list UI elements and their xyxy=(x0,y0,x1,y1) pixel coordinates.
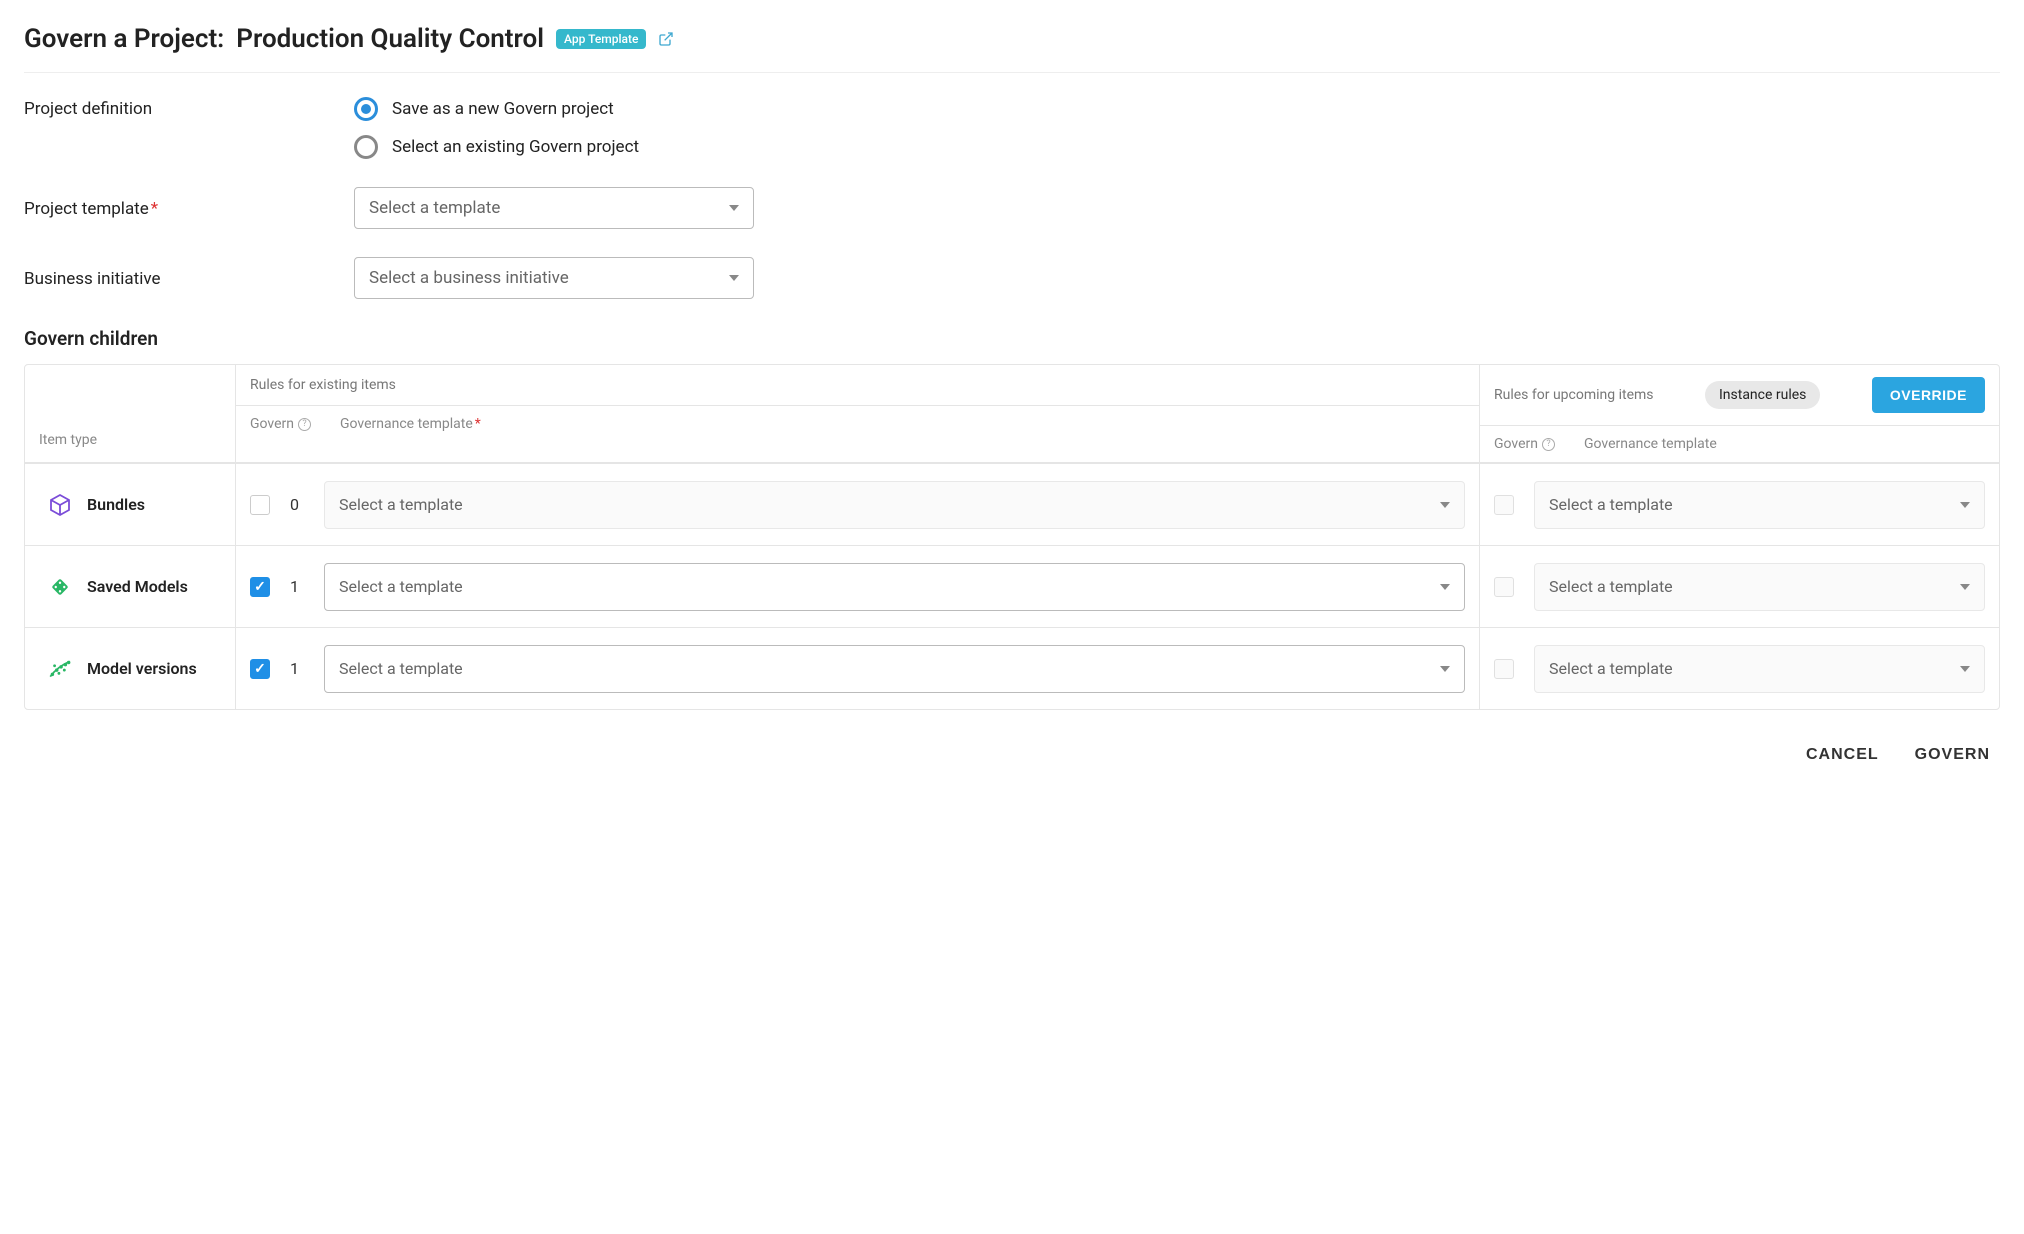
help-icon[interactable]: ? xyxy=(298,418,311,431)
cell-existing: ✓ 1 Select a template xyxy=(235,628,1479,709)
govern-checkbox[interactable]: ✓ xyxy=(250,577,270,597)
govern-checkbox[interactable] xyxy=(250,495,270,515)
table-body: Bundles 0 Select a template Select a templa… xyxy=(25,463,1999,709)
radio-label-save-new: Save as a new Govern project xyxy=(392,99,614,119)
cell-upcoming: Select a template xyxy=(1479,546,1999,627)
cell-upcoming: Select a template xyxy=(1479,628,1999,709)
th-existing: Rules for existing items Govern ? Govern… xyxy=(235,365,1479,462)
item-type-label: Bundles xyxy=(87,495,145,514)
upcoming-govern-checkbox[interactable] xyxy=(1494,659,1514,679)
th-upcoming-top: Rules for upcoming items Instance rules … xyxy=(1480,365,1999,425)
label-project-template: Project template* xyxy=(24,197,354,219)
upcoming-template-select: Select a template xyxy=(1534,481,1985,529)
cancel-button[interactable]: CANCEL xyxy=(1806,746,1879,764)
scatter-icon xyxy=(47,656,73,682)
table-row: Bundles 0 Select a template Select a templa… xyxy=(25,463,1999,545)
th-upcoming-template: Governance template xyxy=(1584,436,1985,452)
upcoming-govern-checkbox[interactable] xyxy=(1494,577,1514,597)
table-header: Item type Rules for existing items Gover… xyxy=(25,365,1999,463)
th-upcoming-govern: Govern ? xyxy=(1494,436,1584,452)
project-definition-radio-group: Save as a new Govern project Select an e… xyxy=(354,97,639,159)
label-business-initiative: Business initiative xyxy=(24,267,354,289)
instance-rules-pill[interactable]: Instance rules xyxy=(1705,381,1820,409)
cell-existing: 0 Select a template xyxy=(235,464,1479,545)
item-count: 1 xyxy=(290,577,310,596)
existing-template-select: Select a template xyxy=(324,481,1465,529)
chevron-down-icon xyxy=(1960,666,1970,672)
override-button[interactable]: OVERRIDE xyxy=(1872,377,1985,413)
required-asterisk: * xyxy=(151,199,158,219)
table-row: Saved Models ✓ 1 Select a template Select a … xyxy=(25,545,1999,627)
cell-item-type: Saved Models xyxy=(25,546,235,627)
title-name: Production Quality Control xyxy=(236,24,544,54)
th-existing-template: Governance template* xyxy=(340,416,1465,432)
th-upcoming-label: Rules for upcoming items xyxy=(1494,387,1654,403)
external-link-icon[interactable] xyxy=(658,24,674,54)
item-count: 0 xyxy=(290,495,310,514)
cell-item-type: Model versions xyxy=(25,628,235,709)
app-template-badge: App Template xyxy=(556,29,646,49)
row-business-initiative: Business initiative Select a business in… xyxy=(24,257,2000,299)
chevron-down-icon xyxy=(1440,502,1450,508)
diamond-icon xyxy=(47,574,73,600)
footer: CANCEL GOVERN xyxy=(24,746,2000,764)
divider xyxy=(24,72,2000,73)
govern-checkbox[interactable]: ✓ xyxy=(250,659,270,679)
upcoming-govern-checkbox[interactable] xyxy=(1494,495,1514,515)
upcoming-template-select: Select a template xyxy=(1534,563,1985,611)
chevron-down-icon xyxy=(1440,584,1450,590)
section-govern-children: Govern children xyxy=(24,327,2000,350)
upcoming-template-select: Select a template xyxy=(1534,645,1985,693)
item-type-label: Saved Models xyxy=(87,577,188,596)
govern-button[interactable]: GOVERN xyxy=(1915,746,1990,764)
th-upcoming-sub: Govern ? Governance template xyxy=(1480,425,1999,462)
th-existing-sub: Govern ? Governance template* xyxy=(236,405,1479,442)
th-upcoming: Rules for upcoming items Instance rules … xyxy=(1479,365,1999,462)
help-icon[interactable]: ? xyxy=(1542,438,1555,451)
row-project-definition: Project definition Save as a new Govern … xyxy=(24,97,2000,159)
radio-save-new[interactable]: Save as a new Govern project xyxy=(354,97,639,121)
govern-children-table: Item type Rules for existing items Gover… xyxy=(24,364,2000,710)
chevron-down-icon xyxy=(729,275,739,281)
cell-item-type: Bundles xyxy=(25,464,235,545)
item-count: 1 xyxy=(290,659,310,678)
page-title: Govern a Project: Production Quality Con… xyxy=(24,24,2000,54)
radio-icon-unselected xyxy=(354,135,378,159)
title-prefix: Govern a Project: xyxy=(24,24,224,54)
project-template-select[interactable]: Select a template xyxy=(354,187,754,229)
chevron-down-icon xyxy=(1440,666,1450,672)
required-asterisk: * xyxy=(475,416,481,432)
cube-icon xyxy=(47,492,73,518)
table-row: Model versions ✓ 1 Select a template Select … xyxy=(25,627,1999,709)
radio-icon-selected xyxy=(354,97,378,121)
chevron-down-icon xyxy=(1960,584,1970,590)
cell-existing: ✓ 1 Select a template xyxy=(235,546,1479,627)
label-project-definition: Project definition xyxy=(24,97,354,119)
radio-select-existing[interactable]: Select an existing Govern project xyxy=(354,135,639,159)
row-project-template: Project template* Select a template xyxy=(24,187,2000,229)
business-initiative-select[interactable]: Select a business initiative xyxy=(354,257,754,299)
item-type-label: Model versions xyxy=(87,659,197,678)
cell-upcoming: Select a template xyxy=(1479,464,1999,545)
chevron-down-icon xyxy=(1960,502,1970,508)
th-existing-label: Rules for existing items xyxy=(236,365,1479,405)
chevron-down-icon xyxy=(729,205,739,211)
radio-label-select-existing: Select an existing Govern project xyxy=(392,137,639,157)
existing-template-select[interactable]: Select a template xyxy=(324,645,1465,693)
th-existing-govern: Govern ? xyxy=(250,416,340,432)
existing-template-select[interactable]: Select a template xyxy=(324,563,1465,611)
th-item-type: Item type xyxy=(25,365,235,462)
